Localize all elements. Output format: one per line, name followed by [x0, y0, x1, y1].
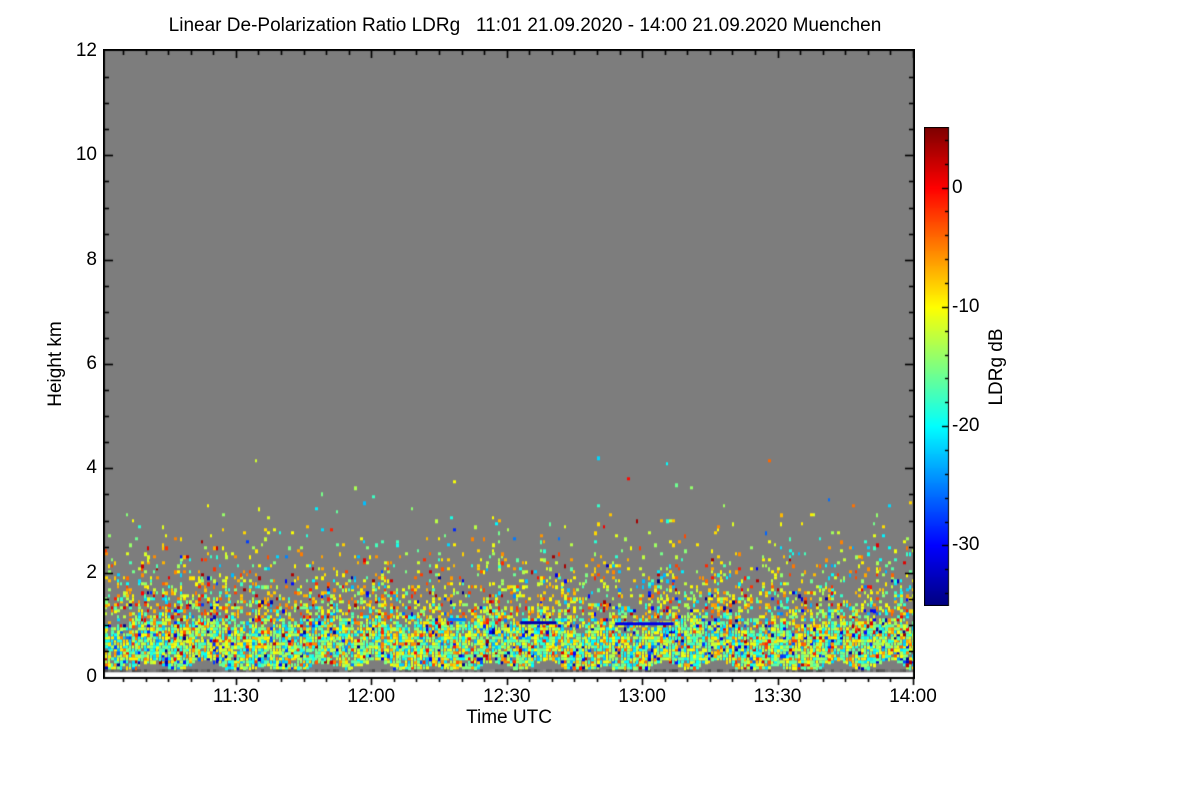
x-tick-label-1400: 14:00 [889, 686, 937, 707]
plot-window: Linear De-Polarization Ratio LDRg 11:01 … [0, 0, 1200, 800]
x-axis-label: Time UTC [466, 707, 552, 728]
y-tick-label-4: 4 [86, 457, 97, 479]
colorbar-tick-label--10: -10 [952, 295, 980, 317]
colorbar-tick-label-0: 0 [952, 176, 963, 198]
colorbar-label: LDRg dB [986, 328, 1007, 406]
x-tick-label-1130: 11:30 [212, 686, 259, 707]
y-tick-label-6: 6 [86, 353, 97, 374]
y-tick-label-10: 10 [75, 144, 97, 166]
colorbar-canvas [924, 127, 950, 606]
x-tick-label-1330: 13:30 [753, 686, 802, 707]
y-tick-label-2: 2 [86, 561, 97, 583]
x-tick-label-1300: 13:00 [618, 686, 666, 707]
heatmap-canvas [103, 49, 915, 689]
y-tick-label-0: 0 [86, 666, 97, 687]
colorbar-tick-label--30: -30 [952, 534, 980, 556]
y-tick-label-12: 12 [75, 40, 97, 61]
x-tick-label-1230: 12:30 [482, 686, 531, 707]
chart-title: Linear De-Polarization Ratio LDRg 11:01 … [168, 15, 882, 36]
y-tick-label-8: 8 [86, 248, 97, 270]
colorbar-tick-label--20: -20 [952, 415, 980, 437]
x-tick-label-1200: 12:00 [347, 686, 396, 707]
